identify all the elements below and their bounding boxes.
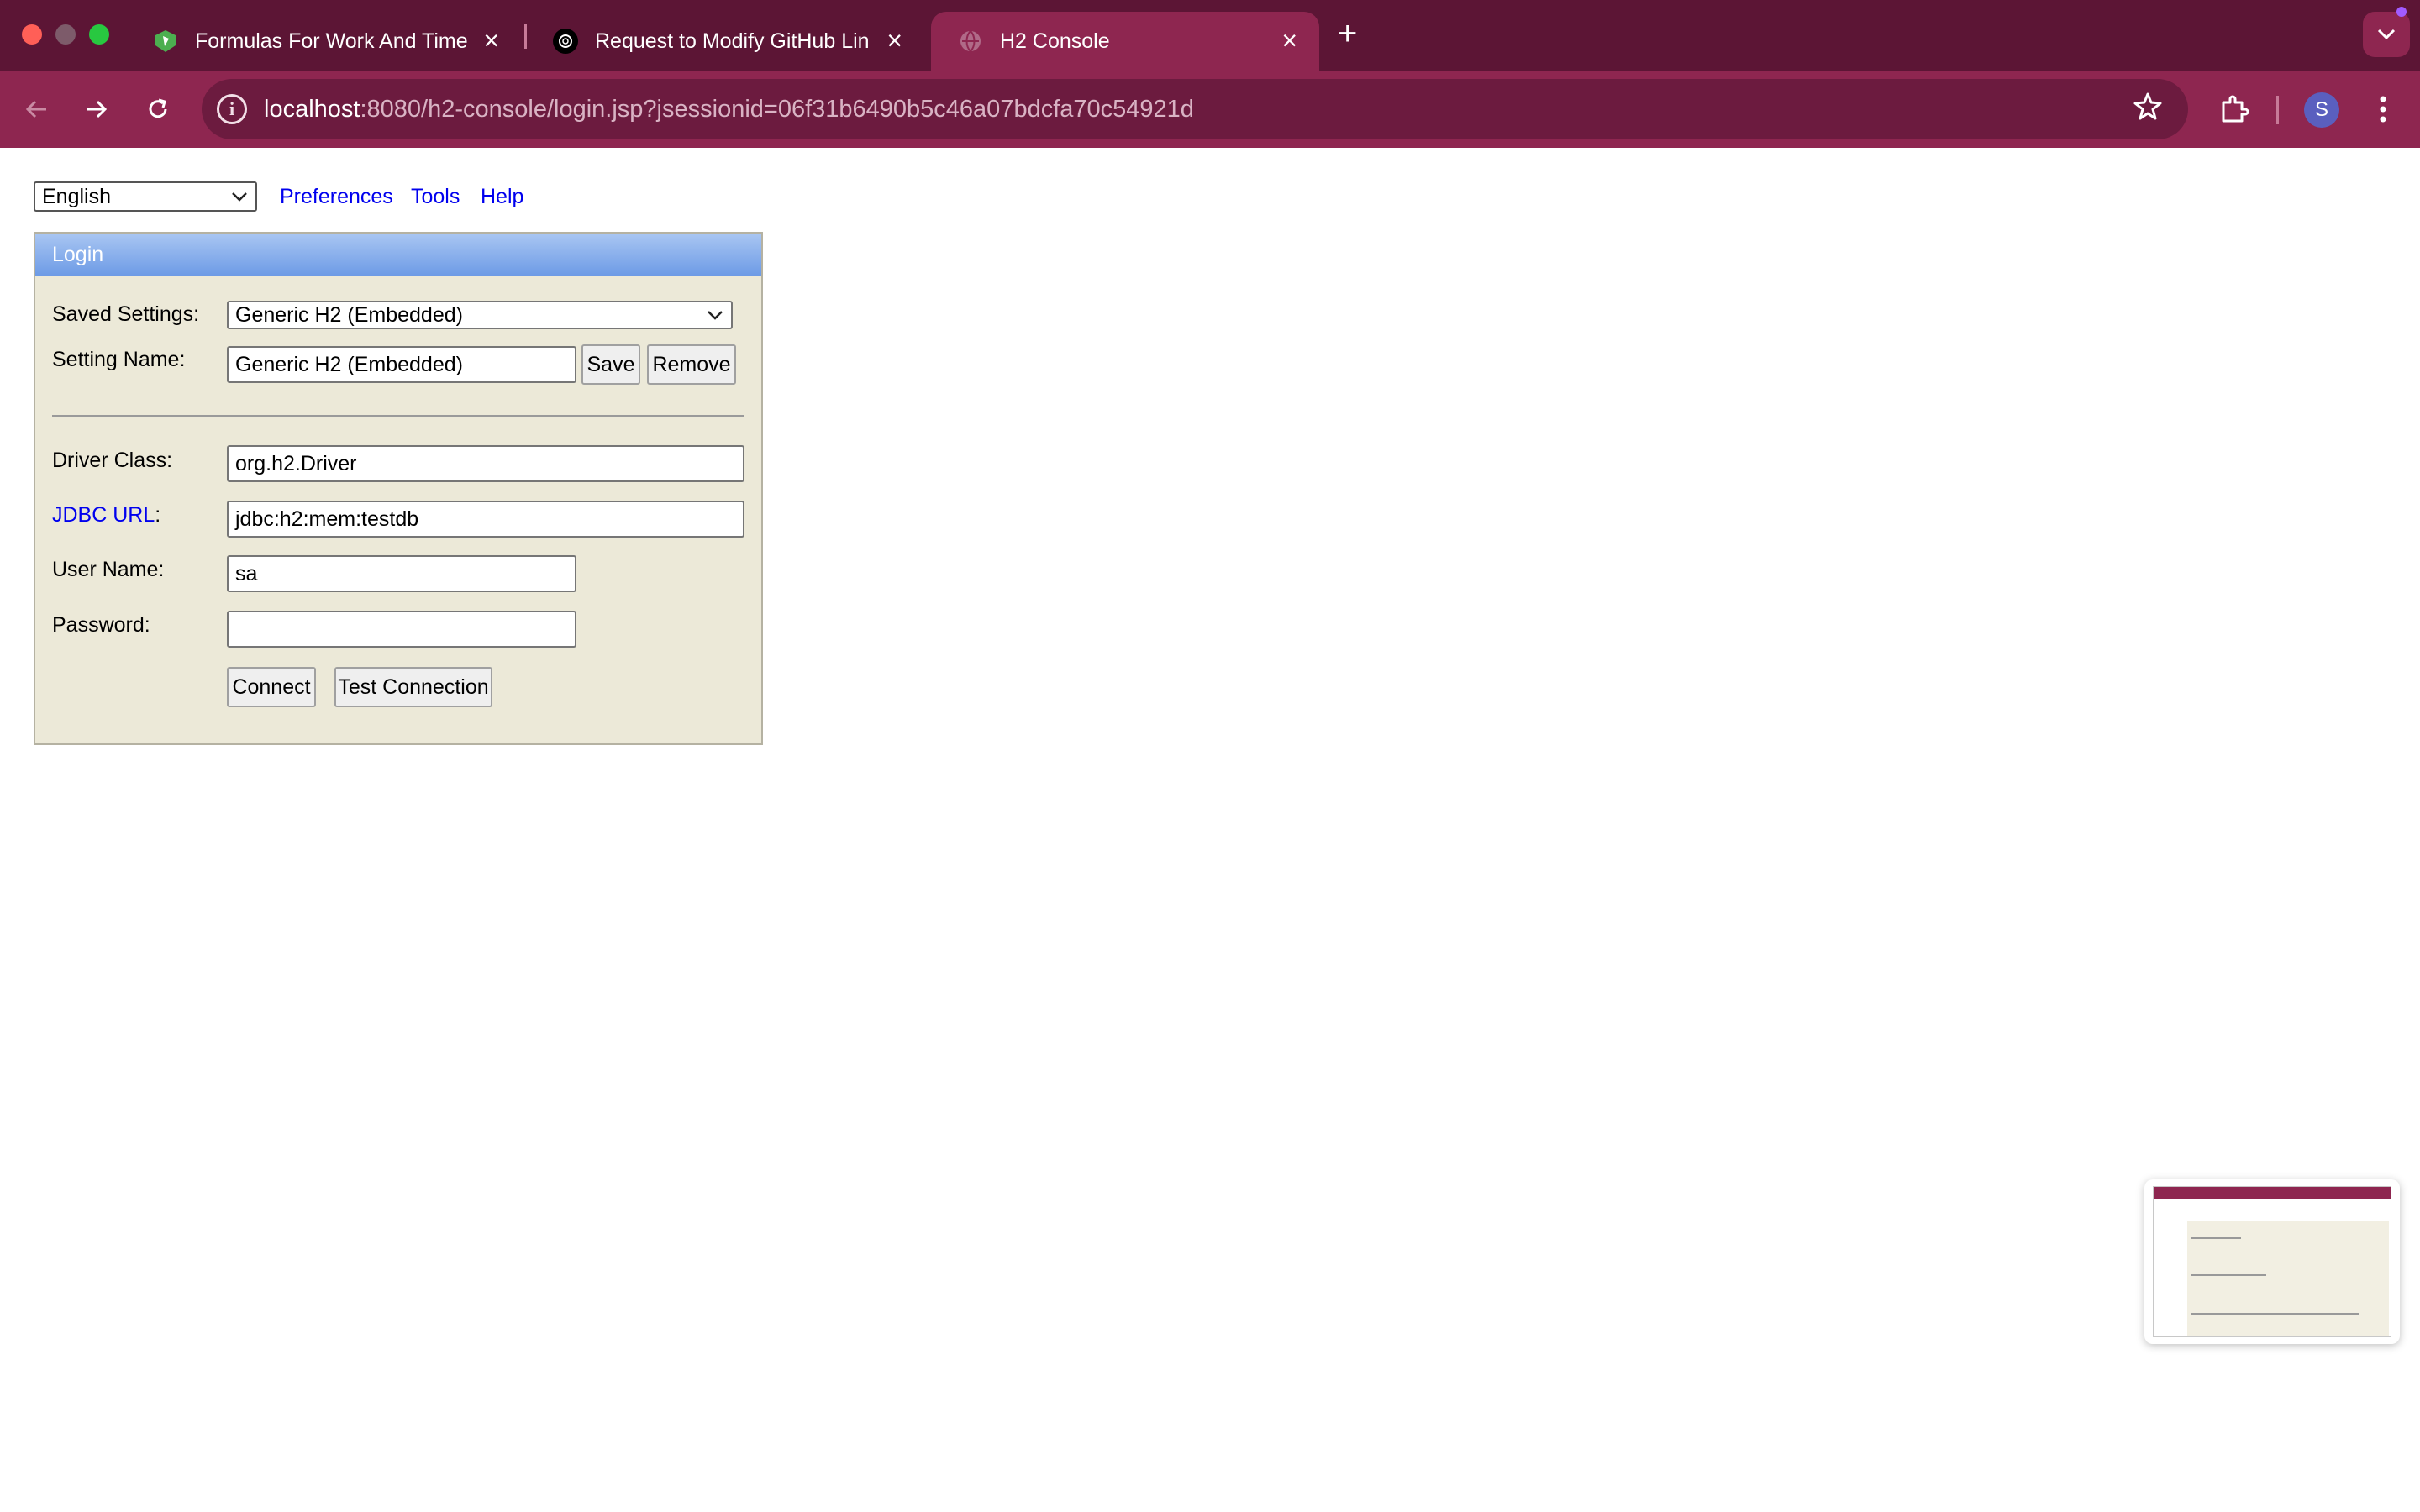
login-panel: Login Saved Settings: Generic H2 (Embedd…: [34, 232, 763, 745]
shield-leaf-icon: [153, 29, 178, 54]
arrow-right-icon: [87, 100, 108, 118]
extensions-puzzle-icon[interactable]: [2217, 92, 2250, 126]
openai-icon: [553, 29, 578, 54]
back-button[interactable]: [17, 89, 57, 129]
connect-button[interactable]: Connect: [227, 667, 316, 707]
remove-button[interactable]: Remove: [647, 344, 736, 385]
driver-class-input[interactable]: org.h2.Driver: [227, 445, 744, 482]
chevron-down-icon: [230, 183, 249, 218]
close-icon[interactable]: ×: [483, 27, 499, 54]
saved-settings-value: Generic H2 (Embedded): [235, 303, 463, 327]
notification-dot: [2396, 7, 2407, 17]
saved-settings-select[interactable]: Generic H2 (Embedded): [227, 301, 733, 329]
chevron-down-icon: [706, 302, 724, 335]
window-preview-thumbnail[interactable]: [2144, 1179, 2400, 1344]
thumbnail-image: [2153, 1186, 2391, 1337]
more-options-icon[interactable]: [2368, 91, 2398, 128]
url-text[interactable]: localhost:8080/h2-console/login.jsp?jses…: [264, 96, 1194, 123]
browser-toolbar: i localhost:8080/h2-console/login.jsp?js…: [0, 71, 2420, 148]
tab-title: Formulas For Work And Time: [195, 29, 468, 53]
tools-link[interactable]: Tools: [411, 185, 460, 209]
browser-tab-strip: Formulas For Work And Time × Request to …: [0, 0, 2420, 71]
user-name-label: User Name:: [52, 558, 165, 581]
help-link[interactable]: Help: [481, 185, 523, 209]
divider: [52, 415, 744, 417]
close-icon[interactable]: ×: [1281, 27, 1297, 54]
bookmark-star-icon[interactable]: [2133, 91, 2163, 129]
chevron-down-icon: [2377, 29, 2396, 40]
tab-h2-console[interactable]: H2 Console ×: [931, 12, 1319, 71]
password-input[interactable]: [227, 611, 576, 648]
thumbnail-line: [2191, 1313, 2359, 1315]
toolbar-separator: [2276, 96, 2279, 124]
address-bar[interactable]: i localhost:8080/h2-console/login.jsp?js…: [202, 79, 2188, 139]
preferences-link[interactable]: Preferences: [280, 185, 393, 209]
jdbc-url-colon: :: [155, 503, 161, 527]
close-window-button[interactable]: [22, 24, 42, 45]
user-name-input[interactable]: sa: [227, 555, 576, 592]
new-tab-button[interactable]: +: [1338, 15, 1357, 52]
jdbc-url-help-link[interactable]: JDBC URL: [52, 503, 155, 527]
tab-search-button[interactable]: [2363, 12, 2410, 57]
save-button[interactable]: Save: [581, 344, 640, 385]
arrow-left-icon: [25, 100, 46, 118]
language-select[interactable]: English: [34, 181, 257, 212]
password-label: Password:: [52, 613, 150, 637]
test-connection-button[interactable]: Test Connection: [334, 667, 492, 707]
page-content: English Preferences Tools Help Login Sav…: [0, 148, 2420, 1512]
thumbnail-line: [2191, 1274, 2266, 1276]
jdbc-url-label: JDBC URL:: [52, 503, 160, 528]
minimize-window-button[interactable]: [55, 24, 76, 45]
forward-button[interactable]: [76, 89, 116, 129]
thumbnail-titlebar: [2154, 1187, 2391, 1199]
profile-avatar[interactable]: S: [2304, 92, 2339, 128]
tab-formulas[interactable]: Formulas For Work And Time ×: [126, 12, 521, 71]
url-host: localhost: [264, 96, 360, 123]
reload-icon: [149, 98, 167, 118]
tab-title: H2 Console: [1000, 29, 1110, 53]
maximize-window-button[interactable]: [89, 24, 109, 45]
setting-name-input[interactable]: Generic H2 (Embedded): [227, 346, 576, 383]
site-info-icon[interactable]: i: [217, 94, 247, 124]
driver-class-label: Driver Class:: [52, 449, 173, 472]
language-value: English: [42, 185, 111, 208]
saved-settings-label: Saved Settings:: [52, 302, 200, 326]
tab-title: Request to Modify GitHub Lin: [595, 29, 870, 53]
close-icon[interactable]: ×: [886, 27, 902, 54]
login-header: Login: [35, 234, 761, 276]
tab-github-request[interactable]: Request to Modify GitHub Lin ×: [526, 12, 924, 71]
setting-name-label: Setting Name:: [52, 348, 186, 371]
jdbc-url-input[interactable]: jdbc:h2:mem:testdb: [227, 501, 744, 538]
thumbnail-line: [2191, 1237, 2241, 1239]
globe-icon: [958, 29, 983, 54]
reload-button[interactable]: [138, 89, 178, 129]
url-path: :8080/h2-console/login.jsp?jsessionid=06…: [360, 96, 1194, 123]
